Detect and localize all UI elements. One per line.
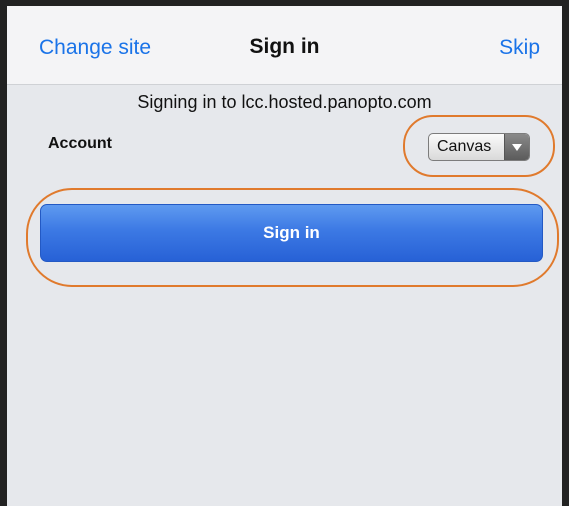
signing-in-message: Signing in to lcc.hosted.panopto.com <box>137 92 432 112</box>
navigation-bar: Change site Sign in Skip <box>7 6 562 85</box>
account-select[interactable]: Canvas <box>428 133 530 161</box>
sign-in-button[interactable]: Sign in <box>40 204 543 262</box>
status-bar <box>7 6 562 24</box>
account-selected-value: Canvas <box>437 138 492 155</box>
chevron-down-icon <box>504 134 529 160</box>
page-title: Sign in <box>249 35 320 58</box>
sign-in-button-label: Sign in <box>263 223 320 242</box>
skip-button[interactable]: Skip <box>499 36 540 60</box>
account-label: Account <box>48 135 112 152</box>
app-window: Change site Sign in Skip Signing in to l… <box>0 0 569 506</box>
